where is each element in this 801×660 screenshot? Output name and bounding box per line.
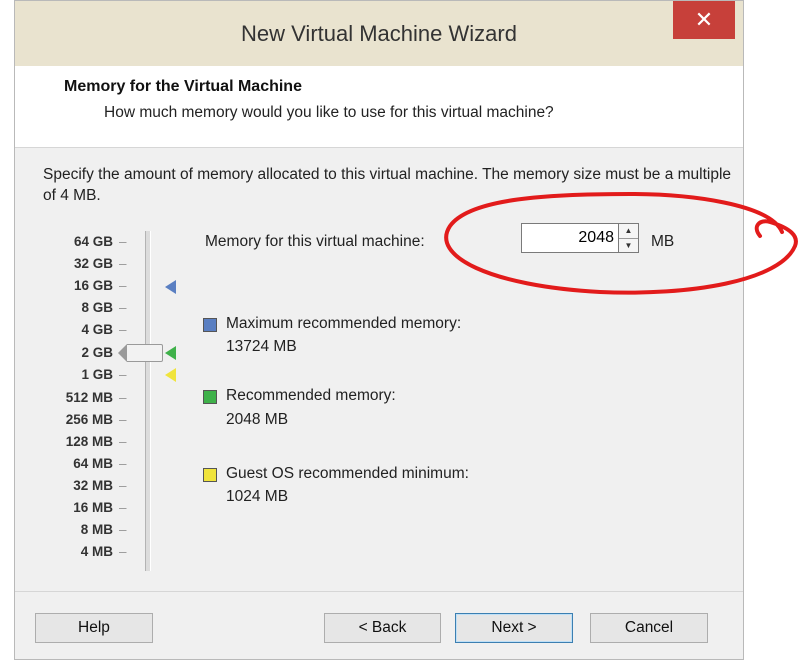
page-title: Memory for the Virtual Machine [64,78,302,95]
guest-minimum-label: Guest OS recommended minimum: [226,465,469,482]
scale-tick-label: 128 MB [65,434,113,449]
scale-tick: 8 GB – [81,300,127,315]
max-recommended-value: 13724 MB [226,338,297,355]
scale-tick-label: 8 MB [80,522,113,537]
scale-tick-label: 4 GB [81,322,113,337]
spin-down-icon[interactable]: ▼ [619,238,638,253]
scale-tick: 64 MB – [73,456,127,471]
scale-tick: 8 MB – [80,522,127,537]
footer-divider [15,591,743,592]
recommended-marker [165,346,176,360]
scale-tick-label: 512 MB [65,390,113,405]
scale-tick: 64 GB – [73,234,127,249]
back-button[interactable]: < Back [324,613,441,643]
memory-input[interactable] [521,223,619,253]
scale-tick-label: 64 GB [73,234,113,249]
scale-tick: 16 MB – [73,500,127,515]
scale-tick: 16 GB – [73,278,127,293]
close-icon: ✕ [694,7,714,32]
max-recommended-marker [165,280,176,294]
scale-tick: 512 MB – [65,390,127,405]
spin-up-icon[interactable]: ▲ [619,224,638,238]
scale-tick: 4 MB – [80,544,127,559]
scale-tick-label: 16 MB [73,500,113,515]
scale-tick: 32 MB – [73,478,127,493]
scale-tick: 4 GB – [81,322,127,337]
scale-tick-label: 32 GB [73,256,113,271]
memory-slider-track[interactable] [145,231,151,571]
memory-description: Specify the amount of memory allocated t… [43,166,732,204]
scale-tick-label: 64 MB [73,456,113,471]
scale-tick-label: 1 GB [81,367,113,382]
guest-minimum-value: 1024 MB [226,488,289,505]
memory-spinner[interactable]: ▲ ▼ [619,223,639,253]
window-title: New Virtual Machine Wizard [241,21,517,46]
wizard-window: New Virtual Machine Wizard ✕ Memory for … [14,0,744,660]
recommended-label: Recommended memory: [226,387,396,404]
memory-slider-thumb[interactable] [118,344,163,362]
scale-tick-label: 4 MB [80,544,113,559]
memory-unit: MB [651,233,675,250]
cancel-button[interactable]: Cancel [590,613,708,643]
help-button[interactable]: Help [35,613,153,643]
close-button[interactable]: ✕ [673,1,735,39]
memory-label: Memory for this virtual machine: [205,233,425,250]
scale-tick: 32 GB – [73,256,127,271]
scale-tick-label: 8 GB [81,300,113,315]
scale-tick-label: 16 GB [73,278,113,293]
scale-tick: 128 MB – [65,434,127,449]
guest-minimum-swatch [203,468,217,482]
scale-tick: 2 GB– [15,345,135,360]
max-recommended-swatch [203,318,217,332]
recommended-swatch [203,390,217,404]
scale-tick: 1 GB – [81,367,127,382]
scale-tick-label: 2 GB [81,345,113,360]
scale-tick-label: 256 MB [65,412,113,427]
max-recommended-label: Maximum recommended memory: [226,315,462,332]
page-subtitle: How much memory would you like to use fo… [104,104,554,121]
wizard-header: Memory for the Virtual Machine How much … [15,66,743,148]
scale-tick-label: 32 MB [73,478,113,493]
scale-tick: 256 MB – [65,412,127,427]
next-button[interactable]: Next > [455,613,573,643]
recommended-value: 2048 MB [226,411,289,428]
guest-minimum-marker [165,368,176,382]
